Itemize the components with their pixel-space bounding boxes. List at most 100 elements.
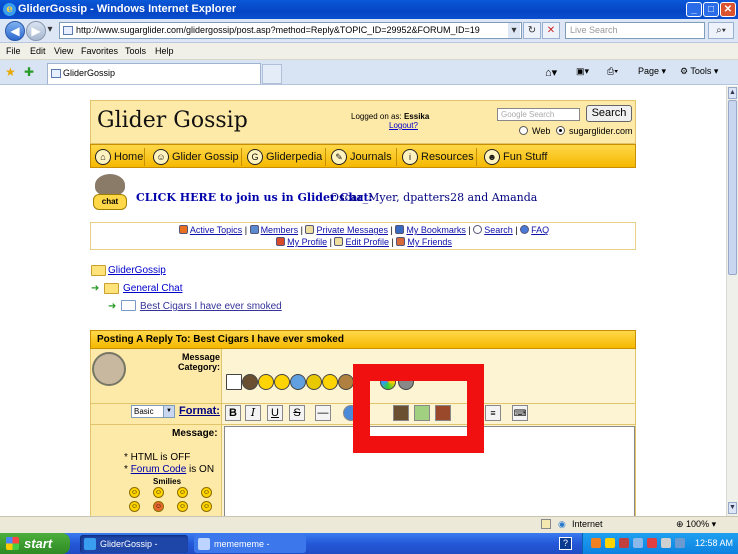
bullet-list-icon[interactable]: ≡ xyxy=(485,405,501,421)
google-search-input[interactable]: Google Search xyxy=(497,108,580,121)
link-search[interactable]: Search xyxy=(484,225,513,235)
nav-home[interactable]: ⌂ Home xyxy=(95,148,143,166)
breadcrumb-topic[interactable]: Best Cigars I have ever smoked xyxy=(140,301,282,312)
menu-edit[interactable]: Edit xyxy=(30,46,46,56)
tray-shield-icon[interactable] xyxy=(605,538,615,548)
menu-favorites[interactable]: Favorites xyxy=(81,46,118,56)
site-logo[interactable]: Glider Gossip xyxy=(97,108,248,133)
smiley-wink-icon[interactable]: ☺ xyxy=(177,501,188,512)
clock: 12:58 AM xyxy=(695,538,734,548)
category-animal-icon[interactable] xyxy=(338,374,354,390)
nav-journals[interactable]: ✎ Journals xyxy=(331,148,392,166)
breadcrumb-general-chat[interactable]: General Chat xyxy=(123,283,182,294)
print-icon[interactable]: ⎙▾ xyxy=(607,66,618,77)
tray-volume-icon[interactable] xyxy=(661,538,671,548)
horizontal-rule-button[interactable]: — xyxy=(315,405,331,421)
category-question-icon[interactable] xyxy=(274,374,290,390)
category-document-icon[interactable] xyxy=(226,374,242,390)
task-notepad[interactable]: memememe - Notepad xyxy=(194,535,306,553)
link-my-profile[interactable]: My Profile xyxy=(287,237,327,247)
nav-fun-stuff[interactable]: ☻ Fun Stuff xyxy=(484,148,547,166)
menu-file[interactable]: File xyxy=(6,46,21,56)
forward-button[interactable]: ▶ xyxy=(26,21,46,41)
link-my-bookmarks[interactable]: My Bookmarks xyxy=(406,225,466,235)
vertical-scrollbar[interactable]: ▲ ▼ xyxy=(726,86,738,516)
link-my-friends[interactable]: My Friends xyxy=(407,237,452,247)
smiley-cool-icon[interactable]: ☺ xyxy=(153,487,164,498)
smiley-shock-icon[interactable]: ☺ xyxy=(201,487,212,498)
radio-web[interactable] xyxy=(519,126,528,135)
link-faq[interactable]: FAQ xyxy=(531,225,549,235)
forum-code-link[interactable]: Forum Code xyxy=(131,464,187,475)
members-icon xyxy=(249,225,259,234)
window-title-bar[interactable]: e GliderGossip - Windows Internet Explor… xyxy=(0,0,738,19)
close-window-button[interactable]: ✕ xyxy=(720,2,736,17)
back-button[interactable]: ◀ xyxy=(5,21,25,41)
search-button[interactable]: Search xyxy=(586,105,632,122)
nav-gliderpedia-label: Gliderpedia xyxy=(266,151,323,163)
logout-link[interactable]: Logout? xyxy=(389,121,418,130)
smiley-tongue-icon[interactable]: ☺ xyxy=(201,501,212,512)
favorites-star-icon[interactable]: ★ xyxy=(5,65,16,79)
address-bar[interactable]: http://www.sugarglider.com/glidergossip/… xyxy=(59,22,522,39)
strikethrough-button[interactable]: S xyxy=(289,405,305,421)
page-menu[interactable]: Page ▾ xyxy=(638,66,666,77)
stop-icon[interactable]: ✕ xyxy=(542,22,560,39)
nav-glider-gossip[interactable]: ☺ Glider Gossip xyxy=(153,148,239,166)
link-private-messages[interactable]: Private Messages xyxy=(316,225,388,235)
address-dropdown-icon[interactable]: ▾ xyxy=(508,23,520,38)
breadcrumb-glidergossip[interactable]: GliderGossip xyxy=(108,265,166,276)
zoom-level[interactable]: ⊕ 100% ▾ xyxy=(676,519,716,530)
tray-app-icon[interactable] xyxy=(591,538,601,548)
menu-view[interactable]: View xyxy=(54,46,73,56)
tray-alert-icon[interactable] xyxy=(619,538,629,548)
tray-network-icon[interactable] xyxy=(633,538,643,548)
live-search-input[interactable]: Live Search xyxy=(565,22,705,39)
tray-monitor-icon[interactable] xyxy=(675,538,685,548)
tab-glidergossip[interactable]: GliderGossip xyxy=(47,63,261,84)
refresh-icon[interactable]: ↻ xyxy=(523,22,541,39)
link-edit-profile[interactable]: Edit Profile xyxy=(345,237,389,247)
home-icon[interactable]: ⌂▾ xyxy=(545,66,557,79)
minimize-button[interactable]: _ xyxy=(686,2,702,17)
scrollbar-thumb[interactable] xyxy=(728,100,737,275)
smiley-grin-icon[interactable]: ☺ xyxy=(177,487,188,498)
scroll-up-arrow-icon[interactable]: ▲ xyxy=(728,87,737,99)
radio-sugarglider[interactable] xyxy=(556,126,565,135)
category-face-icon[interactable] xyxy=(242,374,258,390)
category-info-icon[interactable] xyxy=(258,374,274,390)
new-tab-button[interactable] xyxy=(262,64,282,84)
scroll-down-arrow-icon[interactable]: ▼ xyxy=(728,502,737,514)
quick-links-row-2: My Profile | Edit Profile | My Friends xyxy=(91,237,637,247)
globe-icon: ◉ xyxy=(558,519,566,529)
smiley-angry-icon[interactable]: ☺ xyxy=(153,501,164,512)
history-dropdown-icon[interactable]: ▾ xyxy=(44,22,56,39)
help-icon[interactable]: ? xyxy=(559,537,572,550)
format-mode-select[interactable]: Basic ▼ xyxy=(131,405,175,418)
link-members[interactable]: Members xyxy=(261,225,299,235)
maximize-button[interactable]: □ xyxy=(703,2,719,17)
add-favorite-icon[interactable]: ✚ xyxy=(24,65,34,79)
tray-security-icon[interactable] xyxy=(647,538,657,548)
smiley-happy-icon[interactable]: ☺ xyxy=(129,487,140,498)
category-smiley-icon[interactable] xyxy=(322,374,338,390)
italic-button[interactable]: I xyxy=(245,405,261,421)
menu-tools[interactable]: Tools xyxy=(125,46,146,56)
category-mask-icon[interactable] xyxy=(306,374,322,390)
chat-glider-icon[interactable]: chat xyxy=(93,174,127,212)
nav-gliderpedia[interactable]: G Gliderpedia xyxy=(247,148,322,166)
menu-help[interactable]: Help xyxy=(155,46,174,56)
smiley-blush-icon[interactable]: ☺ xyxy=(129,501,140,512)
bold-button[interactable]: B xyxy=(225,405,241,421)
underline-button[interactable]: U xyxy=(267,405,283,421)
link-active-topics[interactable]: Active Topics xyxy=(190,225,242,235)
feeds-icon[interactable]: ▣▾ xyxy=(576,66,589,77)
task-glidergossip[interactable]: GliderGossip - Windo... xyxy=(80,535,188,553)
search-icon[interactable]: ⌕▾ xyxy=(708,22,734,39)
nav-resources[interactable]: i Resources xyxy=(402,148,474,166)
tools-menu[interactable]: ⚙ Tools ▾ xyxy=(680,66,718,77)
start-button[interactable]: start xyxy=(0,533,70,554)
insert-code-icon[interactable]: ⌨ xyxy=(512,405,528,421)
category-globe-icon[interactable] xyxy=(290,374,306,390)
format-help-link[interactable]: Format: xyxy=(179,405,220,417)
